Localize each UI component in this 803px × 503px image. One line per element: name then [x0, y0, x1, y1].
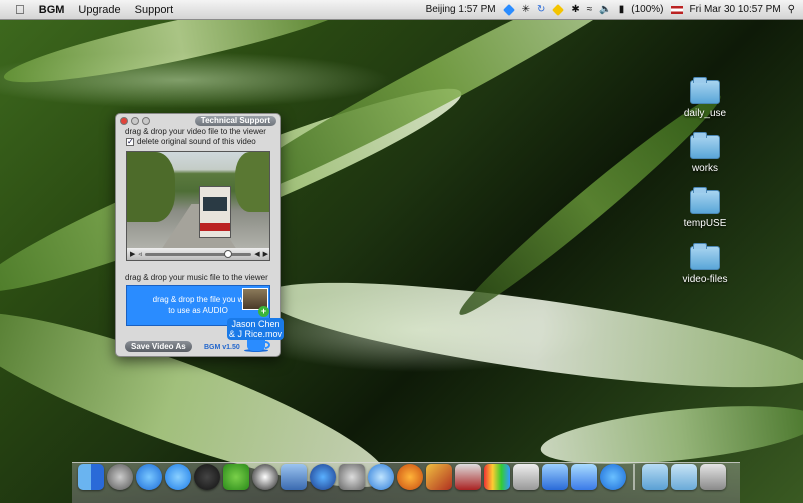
dashboard-icon[interactable] [194, 464, 220, 490]
close-button[interactable] [120, 116, 128, 125]
play-icon[interactable]: ▶ [130, 250, 135, 258]
date-time[interactable]: Fri Mar 30 10:57 PM [690, 4, 781, 15]
technical-support-button[interactable]: Technical Support [194, 116, 276, 126]
google-earth-icon[interactable] [310, 464, 336, 490]
menu-bar:  BGM Upgrade Support Beijing 1:57 PM ✳ … [0, 0, 803, 20]
itunes-icon[interactable] [136, 464, 162, 490]
board-icon[interactable] [513, 464, 539, 490]
downloads-folder-icon[interactable] [671, 464, 697, 490]
volume-icon[interactable]: 🔈 [599, 4, 611, 15]
xcode2-icon[interactable] [571, 464, 597, 490]
window-titlebar[interactable]: Technical Support [116, 114, 280, 127]
tram-image [199, 186, 231, 238]
folder-icon [690, 243, 720, 270]
add-plus-icon: + [258, 306, 269, 317]
bluetooth-icon[interactable]: ✱ [571, 4, 579, 15]
folder-icon [690, 77, 720, 104]
video-instruction: drag & drop your video file to the viewe… [125, 127, 266, 136]
folder-icon [690, 187, 720, 214]
video-frame [127, 152, 269, 250]
dragged-file-label: Jason Chen & J Rice.mov [227, 318, 284, 340]
flag-icon[interactable] [670, 5, 683, 14]
finder-icon[interactable] [78, 464, 104, 490]
desktop-folder[interactable]: daily_use [670, 77, 740, 119]
safari-icon[interactable] [368, 464, 394, 490]
desktop-folder[interactable]: video-files [670, 243, 740, 285]
xcode-icon[interactable] [542, 464, 568, 490]
folder-label: works [691, 163, 719, 174]
zoom-button[interactable] [142, 116, 150, 125]
volume-control-icon[interactable]: ◃ [138, 250, 142, 258]
folder-label: video-files [682, 274, 728, 285]
alert-icon[interactable] [552, 3, 565, 16]
system-prefs-icon[interactable] [339, 464, 365, 490]
coffee-cup-icon [244, 340, 270, 352]
delete-sound-checkbox[interactable]: ✓ [126, 137, 134, 146]
spotlight-search-icon[interactable]: ⚲ [788, 4, 795, 15]
menu-app-name[interactable]: BGM [32, 4, 72, 16]
dock-separator [633, 464, 635, 490]
version-label: BGM v1.50 [204, 344, 240, 351]
applications-folder-icon[interactable] [642, 464, 668, 490]
desktop-folder[interactable]: works [670, 132, 740, 174]
video-scrubber[interactable] [144, 249, 252, 258]
app-store-icon[interactable] [165, 464, 191, 490]
battery-percentage[interactable]: (100%) [631, 4, 663, 15]
video-viewer[interactable]: ▶ ◃ ◀ ▶ [126, 151, 270, 261]
menu-support[interactable]: Support [128, 4, 181, 16]
delete-sound-label: delete original sound of this video [137, 137, 256, 146]
scrubber-knob[interactable] [223, 249, 232, 258]
sync-icon[interactable]: ↻ [537, 4, 545, 15]
dock-icons [78, 464, 726, 490]
asterisk-icon[interactable]: ✳ [522, 4, 530, 15]
pencil-icon[interactable] [426, 464, 452, 490]
video-controls: ▶ ◃ ◀ ▶ [127, 248, 269, 260]
save-video-as-button[interactable]: Save Video As [125, 341, 192, 352]
messenger-icon[interactable] [223, 464, 249, 490]
preview-icon[interactable] [281, 464, 307, 490]
minimize-button[interactable] [131, 116, 139, 125]
music-instruction: drag & drop your music file to the viewe… [125, 273, 268, 282]
battery-icon[interactable]: ▮ [619, 4, 625, 15]
step-forward-icon[interactable]: ▶ [263, 250, 268, 258]
bgm-cup-icon[interactable] [600, 464, 626, 490]
delete-sound-row[interactable]: ✓ delete original sound of this video [116, 137, 280, 146]
folder-label: tempUSE [683, 218, 727, 229]
zoom-icon[interactable] [252, 464, 278, 490]
folder-label: daily_use [683, 108, 727, 119]
step-back-icon[interactable]: ◀ [254, 250, 259, 258]
desktop-folder[interactable]: tempUSE [670, 187, 740, 229]
diamond-icon[interactable] [502, 3, 515, 16]
menu-upgrade[interactable]: Upgrade [71, 4, 127, 16]
folder-icon [690, 132, 720, 159]
colors-icon[interactable] [484, 464, 510, 490]
apple-menu-icon[interactable]:  [8, 2, 32, 17]
world-clock[interactable]: Beijing 1:57 PM [426, 4, 496, 15]
trash-icon[interactable] [700, 464, 726, 490]
dragged-file-name-line1: Jason Chen [231, 319, 280, 329]
launchpad-icon[interactable] [107, 464, 133, 490]
wifi-icon[interactable]: ≈ [587, 4, 593, 15]
rocket-icon[interactable] [455, 464, 481, 490]
firefox-icon[interactable] [397, 464, 423, 490]
